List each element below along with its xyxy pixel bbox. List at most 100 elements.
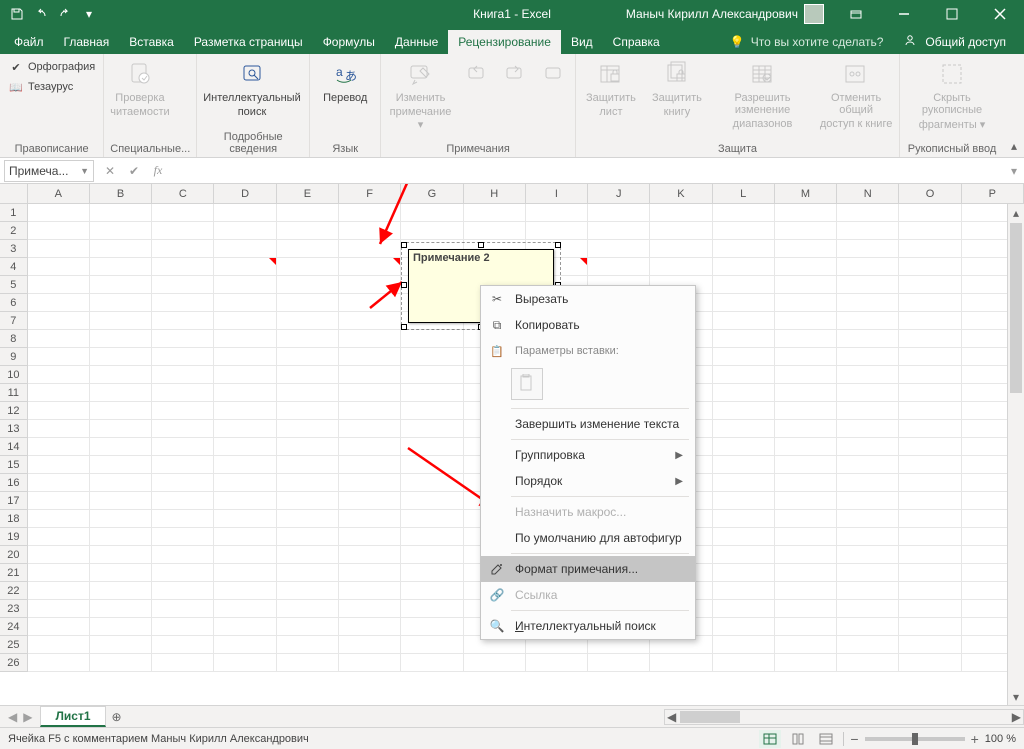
cell[interactable] [277, 276, 339, 294]
cell[interactable] [713, 510, 775, 528]
cell[interactable] [775, 276, 837, 294]
column-header[interactable]: I [526, 184, 588, 203]
cell[interactable] [713, 456, 775, 474]
cell[interactable] [713, 366, 775, 384]
cell[interactable] [277, 654, 339, 672]
cell[interactable] [152, 384, 214, 402]
cell[interactable] [90, 546, 152, 564]
cell[interactable] [899, 294, 961, 312]
cell[interactable] [339, 240, 401, 258]
cell[interactable] [899, 240, 961, 258]
ctx-default-shape[interactable]: По умолчанию для автофигур [481, 525, 695, 551]
cell[interactable] [837, 564, 899, 582]
cell[interactable] [401, 510, 463, 528]
cell[interactable] [28, 474, 90, 492]
cell[interactable] [152, 204, 214, 222]
protect-workbook-button[interactable]: Защититькнигу [648, 58, 706, 118]
selection-handle[interactable] [555, 242, 561, 248]
cell[interactable] [339, 474, 401, 492]
sheet-prev-icon[interactable]: ◀ [8, 710, 17, 724]
cell[interactable] [214, 348, 276, 366]
cell[interactable] [28, 204, 90, 222]
cell[interactable] [28, 330, 90, 348]
cell[interactable] [339, 456, 401, 474]
cell[interactable] [837, 222, 899, 240]
cell[interactable] [775, 348, 837, 366]
cell[interactable] [214, 366, 276, 384]
row-header[interactable]: 23 [0, 600, 28, 618]
cell[interactable] [214, 330, 276, 348]
spelling-button[interactable]: ✔Орфография [6, 58, 97, 76]
cell[interactable] [214, 474, 276, 492]
cell[interactable] [837, 456, 899, 474]
row-header[interactable]: 4 [0, 258, 28, 276]
select-all-corner[interactable] [0, 184, 28, 203]
row-header[interactable]: 12 [0, 402, 28, 420]
cell[interactable] [277, 600, 339, 618]
cell[interactable] [152, 402, 214, 420]
sheet-tab-1[interactable]: Лист1 [40, 706, 105, 727]
ctx-group[interactable]: Группировка▶ [481, 442, 695, 468]
cell[interactable] [214, 384, 276, 402]
cell[interactable] [152, 636, 214, 654]
selection-handle[interactable] [401, 324, 407, 330]
cell[interactable] [899, 654, 961, 672]
cell[interactable] [152, 276, 214, 294]
column-header[interactable]: P [962, 184, 1024, 203]
row-header[interactable]: 5 [0, 276, 28, 294]
scroll-up-icon[interactable]: ▴ [1008, 204, 1024, 221]
cell[interactable] [28, 492, 90, 510]
cell[interactable] [775, 366, 837, 384]
cell[interactable] [713, 528, 775, 546]
cell[interactable] [401, 564, 463, 582]
cell[interactable] [214, 240, 276, 258]
cell[interactable] [90, 510, 152, 528]
thesaurus-button[interactable]: 📖Тезаурус [6, 78, 97, 96]
ctx-smart-lookup[interactable]: 🔍Интеллектуальный поиск [481, 613, 695, 639]
cell[interactable] [775, 456, 837, 474]
cell[interactable] [899, 492, 961, 510]
scroll-down-icon[interactable]: ▾ [1008, 688, 1024, 705]
cell[interactable] [401, 654, 463, 672]
cell[interactable] [277, 330, 339, 348]
cell[interactable] [339, 366, 401, 384]
cell[interactable] [152, 438, 214, 456]
cell[interactable] [277, 474, 339, 492]
cell[interactable] [713, 312, 775, 330]
ctx-format-comment[interactable]: Формат примечания... [481, 556, 695, 582]
cell[interactable] [152, 600, 214, 618]
row-header[interactable]: 16 [0, 474, 28, 492]
cell[interactable] [152, 330, 214, 348]
unshare-workbook-button[interactable]: Отменить общийдоступ к книге [819, 58, 893, 130]
cell[interactable] [339, 348, 401, 366]
cell[interactable] [899, 546, 961, 564]
cell[interactable] [277, 348, 339, 366]
tab-view[interactable]: Вид [561, 30, 603, 54]
cell[interactable] [526, 222, 588, 240]
maximize-button[interactable] [930, 0, 974, 28]
cell[interactable] [214, 618, 276, 636]
cell[interactable] [401, 582, 463, 600]
cell[interactable] [401, 402, 463, 420]
expand-formula-icon[interactable]: ▾ [1004, 164, 1024, 178]
cell[interactable] [650, 654, 712, 672]
view-page-break-icon[interactable] [815, 730, 837, 748]
row-header[interactable]: 1 [0, 204, 28, 222]
cell[interactable] [775, 384, 837, 402]
row-header[interactable]: 14 [0, 438, 28, 456]
cell[interactable] [277, 618, 339, 636]
cell[interactable] [775, 600, 837, 618]
cell[interactable] [214, 546, 276, 564]
cell[interactable] [775, 222, 837, 240]
cell[interactable] [277, 438, 339, 456]
cell[interactable] [90, 654, 152, 672]
cell[interactable] [152, 456, 214, 474]
cell[interactable] [90, 456, 152, 474]
cell[interactable] [899, 312, 961, 330]
cell[interactable] [277, 510, 339, 528]
cell[interactable] [90, 330, 152, 348]
cell[interactable] [899, 618, 961, 636]
cell[interactable] [837, 618, 899, 636]
cell[interactable] [90, 240, 152, 258]
cell[interactable] [90, 258, 152, 276]
